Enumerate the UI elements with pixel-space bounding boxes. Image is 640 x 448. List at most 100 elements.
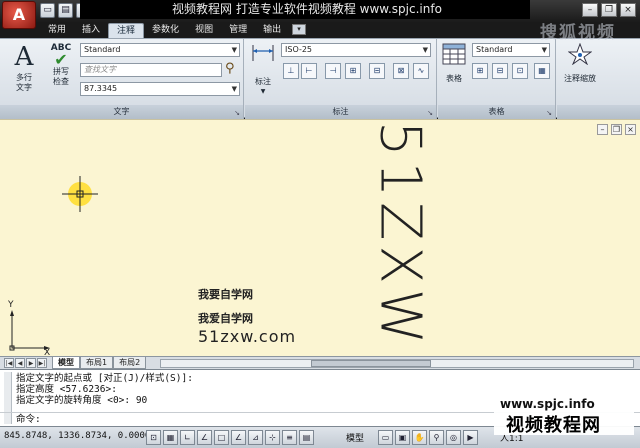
viewport-minimize-icon[interactable]: – (597, 124, 608, 135)
find-replace-icon[interactable]: ⚲ (225, 61, 235, 76)
otrack-icon[interactable]: ∠ (231, 430, 246, 445)
tab-layout2[interactable]: 布局2 (113, 357, 147, 369)
ucs-icon: Y X (4, 300, 54, 358)
ribbon-minimize-icon[interactable]: ▾ (292, 24, 306, 35)
dropdown-arrow-icon: ▼ (541, 46, 547, 54)
table-button[interactable]: 表格 (440, 43, 468, 84)
tab-view[interactable]: 视图 (187, 23, 221, 38)
table-link-icon[interactable]: ⊟ (492, 63, 508, 79)
table-panel-title-label: 表格 (488, 107, 505, 116)
prev-layout-icon[interactable]: ◀ (15, 358, 25, 368)
tab-model[interactable]: 模型 (52, 357, 80, 369)
osnap-icon[interactable]: □ (214, 430, 229, 445)
dimension-panel: 标注 ▼ ISO-25 ▼ ⊥ ⊢ ⊣ ⊞ ⊟ ⊠ ∿ 标注 ↘ (245, 39, 437, 119)
tab-output[interactable]: 输出 (255, 23, 289, 38)
horizontal-scrollbar[interactable] (160, 359, 634, 368)
watermark-name: 视频教程网 (506, 415, 601, 436)
pan-icon[interactable]: ✋ (412, 430, 427, 445)
first-layout-icon[interactable]: |◀ (4, 358, 14, 368)
navigation-tools: ▭ ▣ ✋ ⚲ ◎ ▶ (378, 430, 478, 445)
dim-inspect-icon[interactable]: ⊠ (393, 63, 409, 79)
find-text-input[interactable]: 查找文字 (80, 63, 222, 77)
dim-baseline-icon[interactable]: ⊥ (283, 63, 299, 79)
tab-home[interactable]: 常用 (40, 23, 74, 38)
annotation-scale-icon (559, 42, 601, 68)
ducs-icon[interactable]: ⊿ (248, 430, 263, 445)
table-extract-icon[interactable]: ⊡ (512, 63, 528, 79)
spell-check-button[interactable]: ABC ✔ 拼写 检查 (46, 43, 76, 87)
ribbon: A 多行 文字 ABC ✔ 拼写 检查 Standard ▼ 查找文字 ⚲ 87… (0, 38, 640, 119)
open-icon[interactable]: ▤ (58, 3, 73, 18)
table-export-icon[interactable]: ⊞ (472, 63, 488, 79)
command-prompt-label: 命令: (16, 414, 41, 425)
dim-break-icon[interactable]: ⊣ (325, 63, 341, 79)
drawing-area[interactable]: – ❐ × 51ZXW 我要自学网 我爱自学网 51zxw.com Y X (0, 119, 640, 358)
viewport-close-icon[interactable]: × (625, 124, 636, 135)
panel-launcher-icon[interactable]: ↘ (427, 109, 433, 117)
text-height-select[interactable]: 87.3345 ▼ (80, 82, 240, 96)
quick-view-drawings-icon[interactable]: ▣ (395, 430, 410, 445)
checkmark-icon: ✔ (54, 50, 68, 69)
command-line: 指定文字的起点或 [对正(J)/样式(S)]: (16, 373, 193, 384)
tab-layout1[interactable]: 布局1 (80, 357, 114, 369)
dimension-button[interactable]: 标注 ▼ (249, 43, 277, 97)
table-panel-title: 表格 (438, 105, 555, 119)
snap-icon[interactable]: ⊡ (146, 430, 161, 445)
watermark-url: www.spjc.info (500, 397, 595, 411)
application-menu-button[interactable]: A (2, 1, 36, 29)
grid-icon[interactable]: ▦ (163, 430, 178, 445)
dropdown-arrow-icon: ▼ (422, 46, 428, 54)
text-style-select[interactable]: Standard ▼ (80, 43, 240, 57)
layout-tabs: 模型 布局1 布局2 (52, 357, 147, 369)
crosshair-cursor-icon (62, 176, 98, 212)
tab-parametric[interactable]: 参数化 (144, 23, 187, 38)
multiline-label-1: 多行 (16, 73, 32, 82)
table-download-icon[interactable]: ▦ (534, 63, 550, 79)
annotation-scaling-title (557, 105, 640, 119)
drawing-text-line-3: 51zxw.com (198, 327, 297, 346)
ortho-icon[interactable]: ∟ (180, 430, 195, 445)
last-layout-icon[interactable]: ▶| (37, 358, 47, 368)
dyn-icon[interactable]: ⊹ (265, 430, 280, 445)
dim-continue-icon[interactable]: ⊞ (345, 63, 361, 79)
multiline-text-button[interactable]: A 多行 文字 (6, 43, 42, 93)
spell-label-2: 检查 (53, 77, 69, 86)
lineweight-icon[interactable]: ≡ (282, 430, 297, 445)
drafting-settings: ⊡ ▦ ∟ ∠ □ ∠ ⊿ ⊹ ≡ ▤ (146, 430, 314, 445)
new-icon[interactable]: ▭ (40, 3, 55, 18)
tab-insert[interactable]: 插入 (74, 23, 108, 38)
quick-properties-icon[interactable]: ▤ (299, 430, 314, 445)
table-style-select[interactable]: Standard ▼ (472, 43, 550, 57)
zoom-icon[interactable]: ⚲ (429, 430, 444, 445)
annotation-scaling-panel: 注释缩放 (557, 39, 640, 119)
viewport-restore-icon[interactable]: ❐ (611, 124, 622, 135)
next-layout-icon[interactable]: ▶ (26, 358, 36, 368)
model-space-label[interactable]: 模型 (346, 431, 364, 444)
restore-icon[interactable]: ❐ (601, 3, 617, 17)
tab-annotate[interactable]: 注释 (108, 23, 145, 38)
dropdown-arrow-icon: ▼ (231, 46, 237, 54)
dimension-panel-title-label: 标注 (332, 107, 349, 116)
showmotion-icon[interactable]: ▶ (463, 430, 478, 445)
tab-manage[interactable]: 管理 (221, 23, 255, 38)
panel-launcher-icon[interactable]: ↘ (234, 109, 240, 117)
annotation-scaling-button[interactable]: 注释缩放 (559, 42, 601, 84)
panel-launcher-icon[interactable]: ↘ (546, 109, 552, 117)
polar-icon[interactable]: ∠ (197, 430, 212, 445)
steering-wheel-icon[interactable]: ◎ (446, 430, 461, 445)
rotated-drawing-text: 51ZXW (367, 120, 433, 350)
dim-adjust-icon[interactable]: ⊟ (369, 63, 385, 79)
close-icon[interactable]: × (620, 3, 636, 17)
scrollbar-thumb[interactable] (311, 360, 431, 367)
dim-quick-icon[interactable]: ⊢ (301, 63, 317, 79)
command-line: 指定高度 <57.6236>: (16, 384, 117, 395)
dim-jog-icon[interactable]: ∿ (413, 63, 429, 79)
minimize-icon[interactable]: – (582, 3, 598, 17)
coordinate-readout: 845.8748, 1336.8734, 0.0000 (4, 431, 151, 441)
autocad-window: ▭ ▤ ▣ 视频教程网 打造专业软件视频教程 www.spjc.info – ❐… (0, 0, 640, 448)
site-watermark: www.spjc.info 视频教程网 (494, 393, 634, 436)
quick-view-layouts-icon[interactable]: ▭ (378, 430, 393, 445)
text-panel-title: 文字 (0, 105, 243, 119)
dim-style-select[interactable]: ISO-25 ▼ (281, 43, 431, 57)
text-panel-title-label: 文字 (113, 107, 130, 116)
